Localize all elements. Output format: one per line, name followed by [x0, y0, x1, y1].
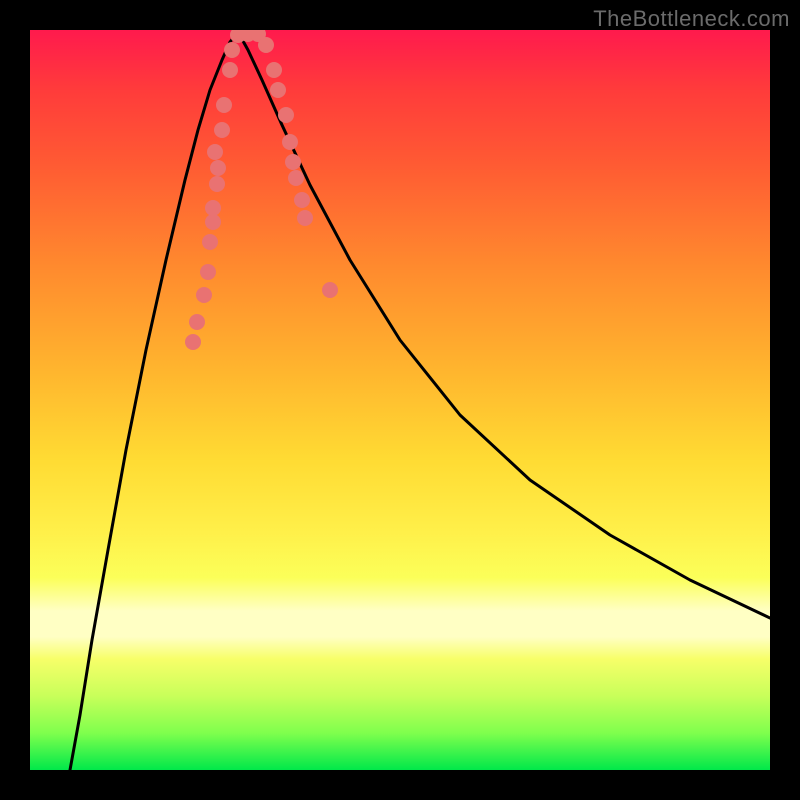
data-point: [322, 282, 338, 298]
data-point: [216, 97, 232, 113]
data-point: [209, 176, 225, 192]
data-point: [185, 334, 201, 350]
data-point: [288, 170, 304, 186]
data-point: [258, 37, 274, 53]
data-point: [207, 144, 223, 160]
data-point: [285, 154, 301, 170]
data-point: [224, 42, 240, 58]
data-point: [202, 234, 218, 250]
data-point: [214, 122, 230, 138]
chart-svg: [30, 30, 770, 770]
data-point: [266, 62, 282, 78]
data-point: [297, 210, 313, 226]
data-point: [205, 200, 221, 216]
data-point: [294, 192, 310, 208]
data-point: [200, 264, 216, 280]
watermark-text: TheBottleneck.com: [593, 6, 790, 32]
plot-area: [30, 30, 770, 770]
data-point: [205, 214, 221, 230]
data-point: [278, 107, 294, 123]
data-point: [222, 62, 238, 78]
data-point: [196, 287, 212, 303]
data-point: [282, 134, 298, 150]
bottleneck-curve: [70, 32, 770, 770]
data-point: [270, 82, 286, 98]
data-point: [189, 314, 205, 330]
data-point: [210, 160, 226, 176]
chart-frame: TheBottleneck.com: [0, 0, 800, 800]
